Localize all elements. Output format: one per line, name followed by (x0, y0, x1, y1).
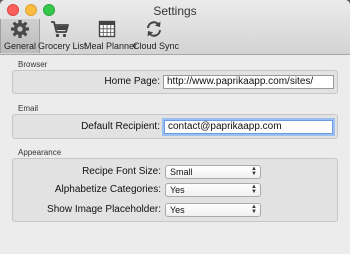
email-group: Default Recipient: contact@paprikaapp.co… (12, 114, 338, 139)
select-arrows-icon: ▲ ▼ (251, 204, 257, 215)
window-title: Settings (153, 4, 197, 18)
titlebar: Settings General Grocery List Meal Plann… (0, 0, 350, 55)
alphabetize-categories-label: Alphabetize Categories: (54, 184, 161, 195)
recipe-font-size-value: Small (170, 167, 193, 177)
alphabetize-categories-select[interactable]: Yes ▲ ▼ (165, 183, 261, 197)
select-arrows-icon: ▲ ▼ (251, 166, 257, 177)
home-page-input[interactable]: http://www.paprikaapp.com/sites/ (163, 75, 334, 89)
default-recipient-label: Default Recipient: (81, 121, 160, 132)
toolbar-item-meal-planner[interactable]: Meal Planner (84, 19, 138, 53)
home-page-label: Home Page: (104, 76, 160, 87)
settings-window: Settings General Grocery List Meal Plann… (0, 0, 350, 254)
toolbar-item-label: Meal Planner (84, 41, 138, 51)
select-arrows-icon: ▲ ▼ (251, 184, 257, 195)
show-image-placeholder-value: Yes (170, 205, 185, 215)
gear-icon (11, 20, 29, 38)
show-image-placeholder-select[interactable]: Yes ▲ ▼ (165, 203, 261, 217)
calendar-icon (98, 20, 116, 38)
browser-section-label: Browser (18, 60, 48, 69)
recipe-font-size-label: Recipe Font Size: (82, 166, 161, 177)
sync-icon (147, 21, 161, 37)
appearance-section-label: Appearance (18, 148, 62, 157)
email-section-label: Email (18, 104, 39, 113)
toolbar-item-cloud-sync[interactable]: Cloud Sync (133, 19, 180, 53)
shopping-cart-icon (51, 21, 69, 38)
toolbar-item-label: General (3, 41, 37, 51)
toolbar-item-label: Cloud Sync (133, 41, 180, 51)
browser-group: Home Page: http://www.paprikaapp.com/sit… (12, 70, 338, 94)
alphabetize-categories-value: Yes (170, 185, 185, 195)
default-recipient-input[interactable]: contact@paprikaapp.com (164, 120, 333, 134)
toolbar-item-label: Grocery List (38, 41, 87, 51)
appearance-group: Recipe Font Size: Small ▲ ▼ Alphabetize C… (12, 158, 338, 222)
toolbar-item-grocery-list[interactable]: Grocery List (38, 19, 87, 53)
show-image-placeholder-label: Show Image Placeholder: (47, 204, 161, 215)
toolbar-item-general[interactable]: General (0, 19, 40, 53)
recipe-font-size-select[interactable]: Small ▲ ▼ (165, 165, 261, 179)
